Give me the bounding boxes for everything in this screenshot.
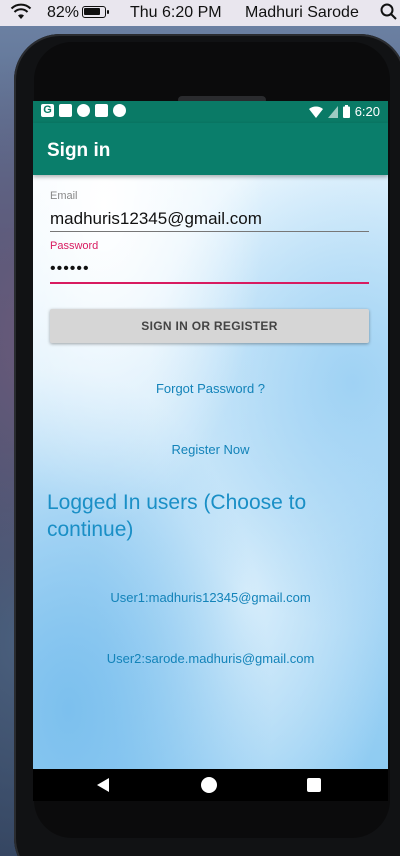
- home-icon[interactable]: [201, 777, 217, 793]
- sd-card-icon: [95, 104, 108, 117]
- menubar-clock[interactable]: Thu 6:20 PM: [130, 4, 222, 22]
- logged-in-user-item[interactable]: User2:sarode.madhuris@gmail.com: [33, 651, 388, 666]
- logged-in-user-item[interactable]: User1:madhuris12345@gmail.com: [33, 590, 388, 605]
- sign-in-button[interactable]: SIGN IN OR REGISTER: [50, 309, 369, 343]
- password-underline: [50, 282, 369, 284]
- signal-icon: [327, 105, 338, 118]
- battery-icon: [342, 105, 350, 118]
- android-status-bar: G 6:20: [33, 101, 388, 123]
- forgot-password-link[interactable]: Forgot Password ?: [33, 381, 388, 396]
- app-bar: Sign in: [33, 123, 388, 175]
- email-label: Email: [50, 190, 78, 202]
- recent-apps-icon[interactable]: [307, 778, 321, 792]
- mac-menu-bar: 82% Thu 6:20 PM Madhuri Sarode: [0, 0, 400, 26]
- battery-icon[interactable]: [82, 6, 109, 18]
- register-now-link[interactable]: Register Now: [33, 442, 388, 457]
- photos-icon: [59, 104, 72, 117]
- phone-screen: G 6:20 Sign in Email madhuris12345@gmail…: [33, 101, 388, 801]
- android-nav-bar: [33, 769, 388, 801]
- password-label: Password: [50, 240, 99, 252]
- menubar-user-name[interactable]: Madhuri Sarode: [245, 4, 359, 22]
- google-icon: G: [41, 104, 54, 117]
- email-field[interactable]: madhuris12345@gmail.com: [50, 209, 262, 229]
- status-time: 6:20: [354, 104, 380, 119]
- sync-icon: [113, 104, 126, 117]
- page-title: Sign in: [47, 140, 111, 161]
- wifi-icon[interactable]: [10, 3, 32, 21]
- wifi-icon: [308, 105, 323, 118]
- password-field[interactable]: ••••••: [50, 260, 90, 278]
- logged-in-users-heading: Logged In users (Choose to continue): [47, 491, 307, 541]
- back-icon[interactable]: [97, 778, 109, 792]
- sign-in-content: Email madhuris12345@gmail.com Password •…: [33, 175, 388, 769]
- search-icon[interactable]: [380, 3, 398, 21]
- email-underline: [50, 231, 369, 232]
- play-icon: [77, 104, 90, 117]
- battery-percent: 82%: [47, 4, 80, 21]
